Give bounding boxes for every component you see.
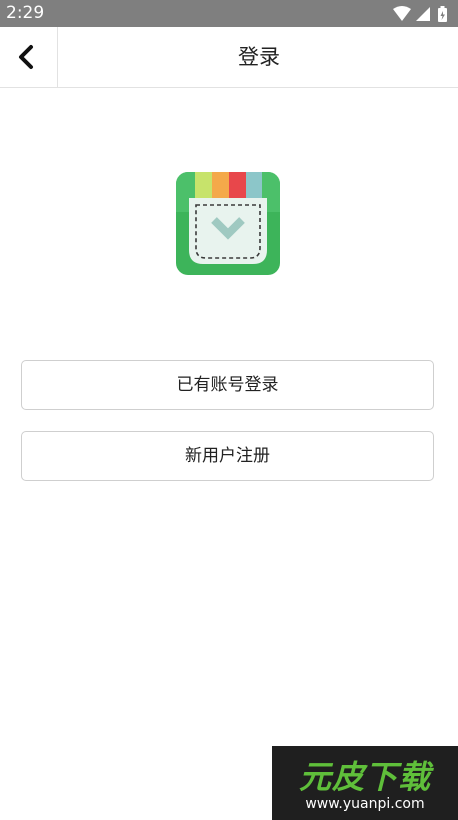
watermark: 元皮下载 www.yuanpi.com <box>272 746 458 820</box>
back-button[interactable] <box>0 27 58 87</box>
login-screen: 2:29 登录 已有账号登录 新用户注册 元皮下载 www.yuanpi.com <box>0 0 458 820</box>
new-user-register-button[interactable]: 新用户注册 <box>21 431 434 481</box>
page-title: 登录 <box>238 45 280 69</box>
wifi-icon <box>393 6 411 21</box>
watermark-title: 元皮下载 <box>298 758 431 796</box>
status-bar: 2:29 <box>0 0 458 27</box>
status-time: 2:29 <box>6 3 45 23</box>
app-logo <box>176 172 280 275</box>
status-icons <box>392 5 452 23</box>
status-icons-svg <box>393 6 447 22</box>
app-bar: 登录 <box>0 27 458 88</box>
existing-account-login-button[interactable]: 已有账号登录 <box>21 360 434 410</box>
signal-icon <box>416 7 430 21</box>
watermark-url: www.yuanpi.com <box>305 796 425 812</box>
pocket-download-icon <box>176 172 280 275</box>
battery-icon <box>438 6 447 22</box>
chevron-left-icon <box>19 45 33 69</box>
